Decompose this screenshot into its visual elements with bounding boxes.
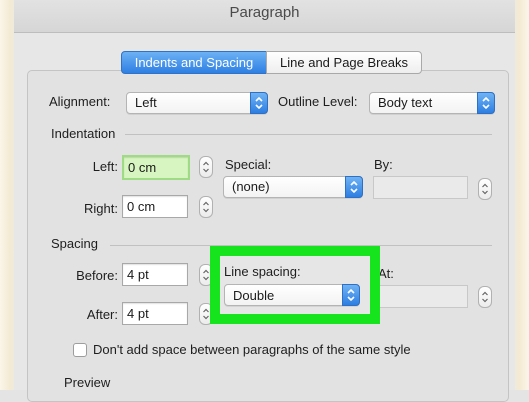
- alignment-value: Left: [135, 95, 157, 110]
- chevron-up-down-icon: [250, 92, 268, 114]
- at-stepper[interactable]: [478, 286, 492, 308]
- special-label: Special:: [225, 157, 272, 172]
- dont-add-space-checkbox[interactable]: [73, 343, 87, 357]
- left-indent-field[interactable]: 0 cm: [122, 155, 190, 180]
- before-label: Before:: [76, 268, 118, 283]
- spacing-section-label: Spacing: [51, 236, 98, 251]
- chevron-up-down-icon: [342, 284, 360, 306]
- line-spacing-value: Double: [233, 288, 275, 303]
- window-title: Paragraph: [229, 4, 300, 21]
- special-popup[interactable]: (none): [223, 176, 363, 198]
- right-indent-field[interactable]: 0 cm: [122, 195, 188, 218]
- tab-line-and-page-breaks[interactable]: Line and Page Breaks: [266, 51, 422, 74]
- by-label: By:: [374, 157, 393, 172]
- after-value: 4 pt: [127, 306, 149, 321]
- tab-indents-and-spacing[interactable]: Indents and Spacing: [121, 51, 267, 74]
- outline-level-popup[interactable]: Body text: [369, 92, 495, 114]
- before-field[interactable]: 4 pt: [122, 263, 188, 286]
- alignment-popup[interactable]: Left: [126, 92, 268, 114]
- after-field[interactable]: 4 pt: [122, 302, 188, 325]
- before-value: 4 pt: [127, 267, 149, 282]
- right-indent-stepper[interactable]: [199, 196, 213, 218]
- by-stepper[interactable]: [478, 178, 492, 200]
- left-indent-label: Left:: [92, 159, 118, 174]
- right-indent-label: Right:: [84, 201, 118, 216]
- by-field[interactable]: [373, 176, 468, 199]
- chevron-up-down-icon: [477, 92, 495, 114]
- preview-label: Preview: [64, 375, 111, 390]
- alignment-label: Alignment:: [49, 94, 111, 109]
- outline-level-value: Body text: [378, 95, 433, 110]
- line-spacing-label: Line spacing:: [224, 264, 301, 279]
- indentation-section-label: Indentation: [51, 126, 116, 141]
- chevron-up-down-icon: [345, 176, 363, 198]
- left-indent-stepper[interactable]: [199, 156, 213, 178]
- special-value: (none): [232, 179, 270, 194]
- left-indent-value: 0 cm: [128, 160, 157, 175]
- indentation-divider: [125, 134, 492, 135]
- after-label: After:: [86, 307, 118, 322]
- at-label: At:: [378, 266, 394, 281]
- outline-level-label: Outline Level:: [278, 94, 358, 109]
- right-indent-value: 0 cm: [127, 199, 156, 214]
- at-field[interactable]: [373, 285, 468, 308]
- dont-add-space-label: Don't add space between paragraphs of th…: [93, 342, 411, 357]
- line-spacing-popup[interactable]: Double: [224, 284, 360, 306]
